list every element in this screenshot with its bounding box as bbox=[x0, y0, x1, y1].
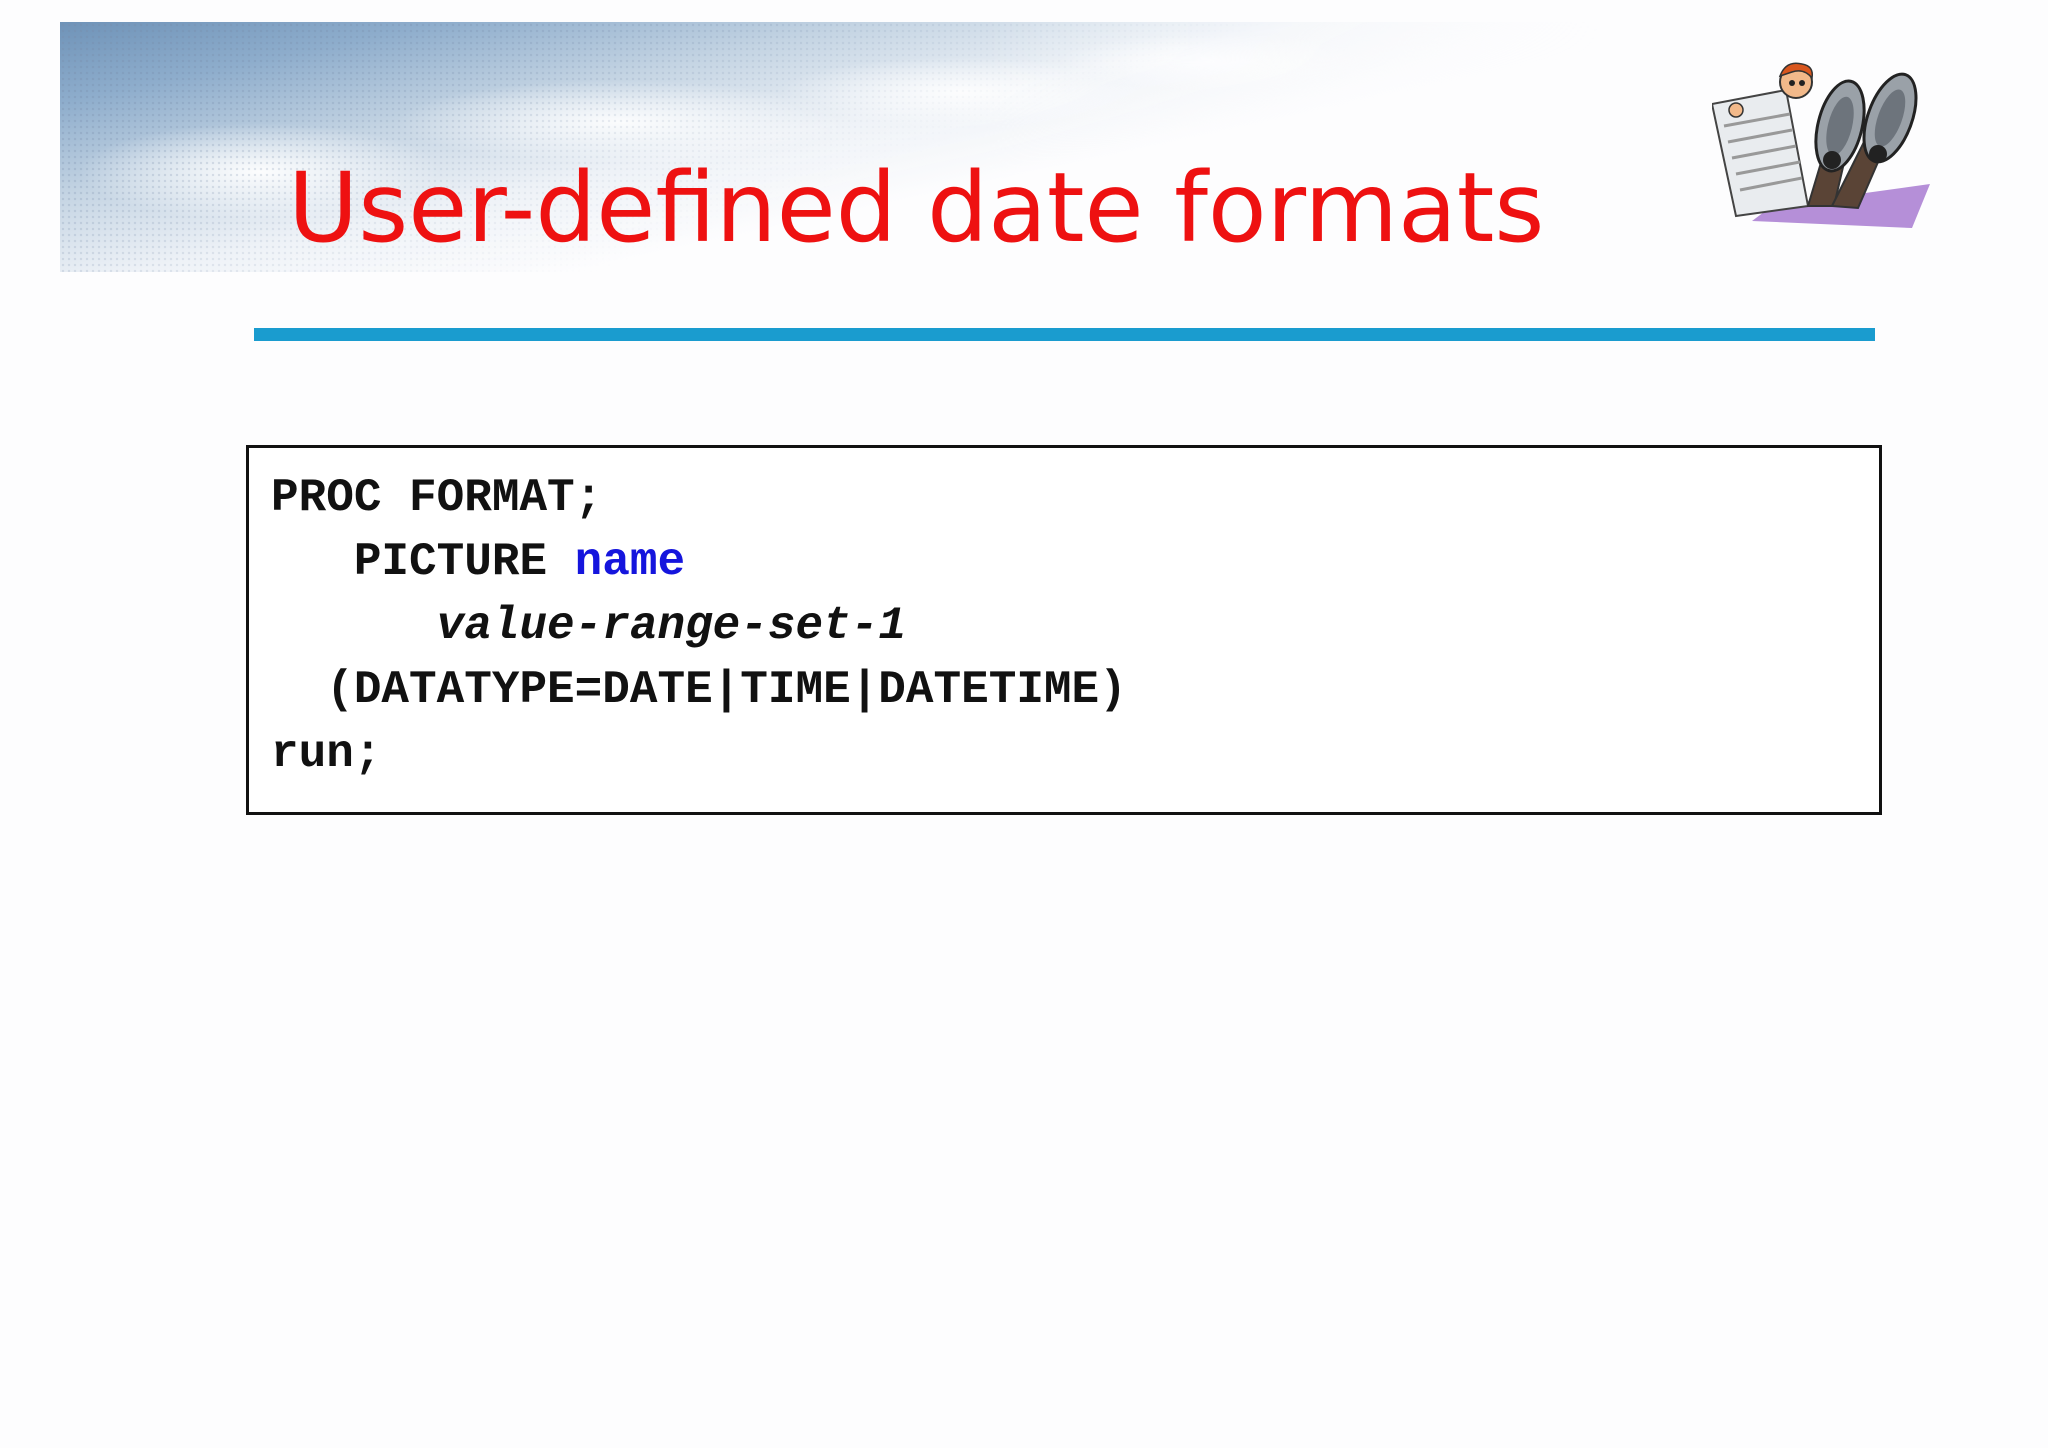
code-datatype-option: (DATATYPE=DATE|TIME|DATETIME) bbox=[326, 664, 1127, 716]
code-text: run; bbox=[271, 728, 382, 780]
code-placeholder-value-range: value-range-set-1 bbox=[436, 600, 906, 652]
code-text: PROC FORMAT; bbox=[271, 472, 603, 524]
code-line-datatype: (DATATYPE=DATE|TIME|DATETIME) bbox=[271, 658, 1879, 722]
slide-title: User-defined date formats bbox=[288, 152, 1545, 264]
title-underline-rule bbox=[254, 328, 1875, 341]
code-line-picture: PICTURE name bbox=[271, 530, 1879, 594]
code-line-value-range: value-range-set-1 bbox=[271, 594, 1879, 658]
slide: User-defined date formats PROC FORMAT; P… bbox=[0, 0, 2048, 1448]
code-block: PROC FORMAT; PICTURE name value-range-se… bbox=[246, 445, 1882, 815]
code-placeholder-name: name bbox=[574, 536, 686, 588]
code-line-proc-format: PROC FORMAT; bbox=[271, 466, 1879, 530]
code-line-run: run; bbox=[271, 722, 1879, 786]
code-keyword-picture: PICTURE bbox=[353, 536, 575, 588]
man-reading-newspaper-icon bbox=[1712, 62, 1930, 228]
